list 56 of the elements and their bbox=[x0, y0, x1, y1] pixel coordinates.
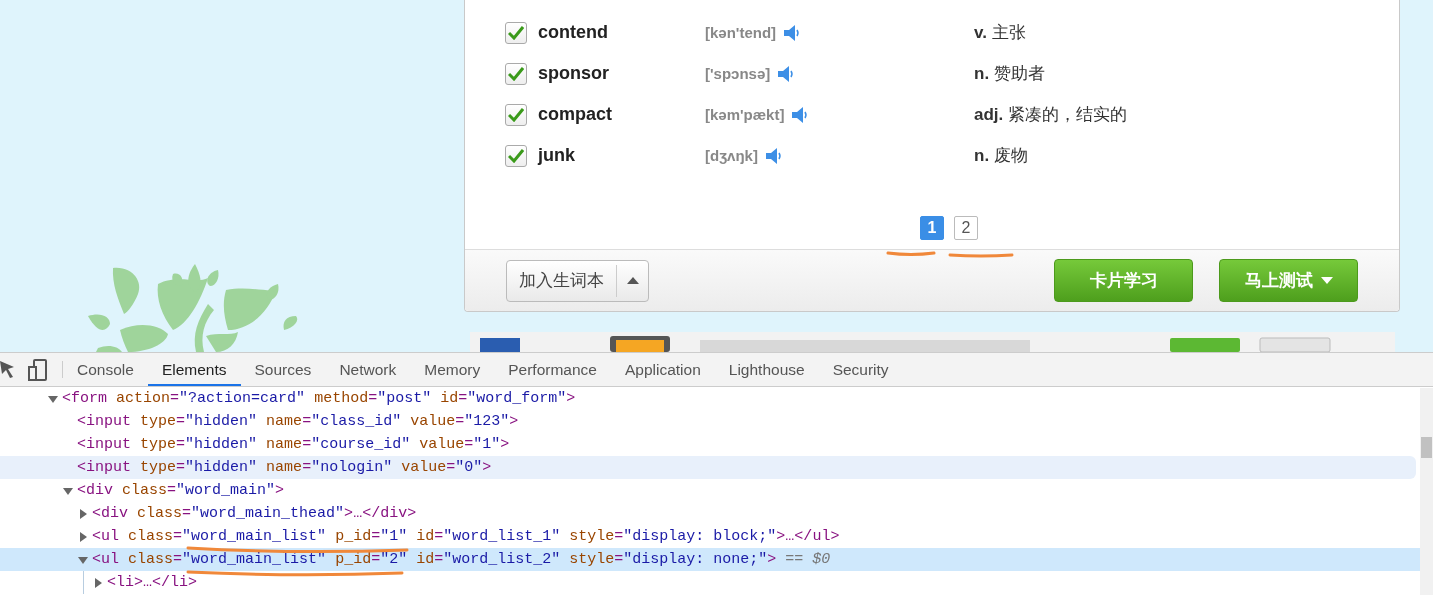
devtools-tab[interactable]: Network bbox=[325, 353, 411, 386]
meaning-text: v. 主张 bbox=[974, 22, 1026, 44]
expand-toggle-icon[interactable] bbox=[78, 531, 88, 542]
word-text: contend bbox=[538, 22, 609, 43]
word-checkbox[interactable] bbox=[505, 103, 527, 126]
selected-node-row[interactable]: <ul class="word_main_list" p_id="2" id="word_list_2" style="display: none;"> == $0 bbox=[0, 548, 1420, 571]
phonetic-text: ['spɔnsə] bbox=[705, 65, 771, 82]
code-line: <li>…</li> bbox=[107, 574, 198, 591]
word-checkbox[interactable] bbox=[505, 62, 527, 85]
phonetic-text: [dʒʌŋk] bbox=[705, 147, 758, 164]
expand-toggle-icon[interactable] bbox=[93, 577, 103, 588]
devtools-tab[interactable]: Sources bbox=[240, 353, 326, 386]
devtools-tab[interactable]: Application bbox=[610, 353, 715, 386]
caret-up-icon bbox=[626, 277, 639, 284]
page-link[interactable]: 2 bbox=[954, 216, 978, 240]
speaker-icon[interactable] bbox=[792, 105, 809, 124]
caret-down-icon bbox=[1320, 277, 1333, 284]
code-line: <div class="word_main_thead">…</div> bbox=[92, 505, 417, 522]
word-checkbox[interactable] bbox=[505, 21, 527, 44]
expand-toggle-icon[interactable] bbox=[48, 393, 58, 404]
devtools-tab[interactable]: Elements bbox=[147, 353, 241, 386]
word-checkbox[interactable] bbox=[505, 144, 527, 167]
meaning-text: n. 赞助者 bbox=[974, 63, 1045, 85]
hovered-node-row[interactable]: <input type="hidden" name="nologin" value="0"> bbox=[0, 456, 1416, 479]
add-to-wordbook-button[interactable]: 加入生词本 bbox=[506, 259, 649, 302]
expand-toggle-icon[interactable] bbox=[78, 508, 88, 519]
underline-mark bbox=[948, 251, 1014, 259]
scrollbar[interactable] bbox=[1420, 388, 1433, 595]
meaning-text: n. 废物 bbox=[974, 145, 1028, 167]
inspect-cursor-icon[interactable] bbox=[0, 360, 16, 379]
devtools-tab[interactable]: Memory bbox=[410, 353, 495, 386]
word-text: sponsor bbox=[538, 63, 610, 84]
code-line: <div class="word_main"> bbox=[77, 482, 285, 499]
console-reference: == $0 bbox=[785, 551, 831, 568]
code-line: <input type="hidden" name="class_id" value="123"> bbox=[77, 413, 519, 430]
expand-toggle-icon[interactable] bbox=[78, 554, 88, 565]
meaning-text: adj. 紧凑的，结实的 bbox=[974, 104, 1128, 126]
device-toggle-icon[interactable] bbox=[28, 358, 48, 381]
speaker-icon[interactable] bbox=[778, 64, 795, 83]
expand-toggle-icon[interactable] bbox=[63, 485, 73, 496]
word-text: compact bbox=[538, 104, 614, 125]
devtools-tab[interactable]: Performance bbox=[494, 353, 611, 386]
speaker-icon[interactable] bbox=[784, 23, 801, 42]
phonetic-text: [kən'tend] bbox=[705, 24, 777, 41]
speaker-icon[interactable] bbox=[765, 146, 782, 165]
code-line: <input type="hidden" name="nologin" value="0"> bbox=[77, 459, 492, 476]
devtools-tab[interactable]: Lighthouse bbox=[714, 353, 819, 386]
phonetic-text: [kəm'pækt] bbox=[705, 106, 785, 123]
word-text: junk bbox=[538, 145, 576, 166]
code-line: <ul class="word_main_list" p_id="1" id="word_list_1" style="display: block;">…</ul> bbox=[92, 528, 840, 545]
devtools-tab[interactable]: Security bbox=[818, 353, 903, 386]
underline-mark bbox=[886, 249, 936, 257]
code-line: <ul class="word_main_list" p_id="2" id="word_list_2" style="display: none;"> bbox=[92, 551, 777, 568]
devtools-tab[interactable]: Console bbox=[63, 353, 148, 386]
code-line: <input type="hidden" name="course_id" value="1"> bbox=[77, 436, 510, 453]
code-line: <form action="?action=card" method="post" id="word_form"> bbox=[62, 390, 576, 407]
